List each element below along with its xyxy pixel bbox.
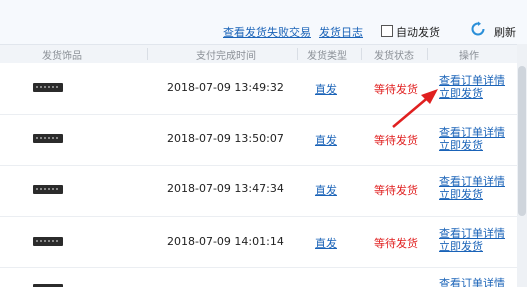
view-order-link[interactable]: 查看订单详情 xyxy=(439,175,505,188)
col-header-actions: 操作 xyxy=(459,51,479,62)
item-thumbnail xyxy=(33,185,63,194)
item-thumbnail xyxy=(33,83,63,92)
ship-status: 等待发货 xyxy=(374,134,418,147)
table-row: 查看订单详情 xyxy=(0,268,527,287)
col-header-item: 发货饰品 xyxy=(42,51,82,62)
shipping-page: 查看发货失败交易 发货日志 自动发货 刷新 发货饰品 支付完成时间 发货类型 发… xyxy=(0,0,527,287)
vertical-scrollbar[interactable] xyxy=(517,44,527,287)
column-divider xyxy=(427,48,428,60)
ship-now-link[interactable]: 立即发货 xyxy=(439,240,483,253)
ship-type-link[interactable]: 直发 xyxy=(315,81,337,97)
pay-time: 2018-07-09 13:49:32 xyxy=(167,81,284,94)
table-row: 2018-07-09 14:01:14 直发 等待发货 查看订单详情 立即发货 xyxy=(0,217,527,268)
view-order-link[interactable]: 查看订单详情 xyxy=(439,74,505,87)
item-thumbnail xyxy=(33,134,63,143)
ship-status: 等待发货 xyxy=(374,237,418,250)
col-header-ship-type: 发货类型 xyxy=(307,51,347,62)
ship-now-link[interactable]: 立即发货 xyxy=(439,188,483,201)
pay-time: 2018-07-09 13:50:07 xyxy=(167,132,284,145)
table-header: 发货饰品 支付完成时间 发货类型 发货状态 操作 xyxy=(0,44,527,64)
ship-status: 等待发货 xyxy=(374,184,418,197)
col-header-ship-status: 发货状态 xyxy=(374,51,414,62)
pay-time: 2018-07-09 13:47:34 xyxy=(167,182,284,195)
toolbar: 查看发货失败交易 发货日志 自动发货 刷新 xyxy=(0,0,527,44)
view-order-link[interactable]: 查看订单详情 xyxy=(439,277,505,287)
pay-time: 2018-07-09 14:01:14 xyxy=(167,235,284,248)
item-thumbnail xyxy=(33,237,63,246)
col-header-pay-time: 支付完成时间 xyxy=(196,51,256,62)
ship-now-link[interactable]: 立即发货 xyxy=(439,139,483,152)
view-order-link[interactable]: 查看订单详情 xyxy=(439,227,505,240)
failed-transactions-link[interactable]: 查看发货失败交易 xyxy=(223,24,311,40)
ship-status: 等待发货 xyxy=(374,83,418,96)
refresh-icon[interactable] xyxy=(470,21,486,37)
table-row: 2018-07-09 13:49:32 直发 等待发货 查看订单详情 立即发货 xyxy=(0,63,527,115)
refresh-button[interactable]: 刷新 xyxy=(494,24,516,40)
view-order-link[interactable]: 查看订单详情 xyxy=(439,126,505,139)
ship-now-link[interactable]: 立即发货 xyxy=(439,87,483,100)
table-row: 2018-07-09 13:50:07 直发 等待发货 查看订单详情 立即发货 xyxy=(0,115,527,166)
auto-ship-checkbox[interactable] xyxy=(381,25,393,37)
column-divider xyxy=(361,48,362,60)
column-divider xyxy=(297,48,298,60)
auto-ship-label: 自动发货 xyxy=(396,26,440,39)
table-row: 2018-07-09 13:47:34 直发 等待发货 查看订单详情 立即发货 xyxy=(0,166,527,217)
column-divider xyxy=(147,48,148,60)
ship-type-link[interactable]: 直发 xyxy=(315,182,337,198)
scrollbar-thumb[interactable] xyxy=(518,66,526,216)
ship-type-link[interactable]: 直发 xyxy=(315,235,337,251)
shipping-log-link[interactable]: 发货日志 xyxy=(319,24,363,40)
ship-type-link[interactable]: 直发 xyxy=(315,132,337,148)
